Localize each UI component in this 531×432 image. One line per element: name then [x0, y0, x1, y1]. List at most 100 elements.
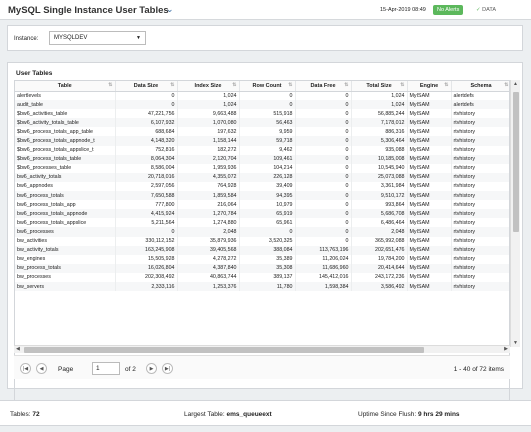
table-cell: 0	[295, 181, 352, 192]
table-cell: MyISAM	[407, 245, 452, 255]
sort-icon[interactable]: ⇅	[232, 82, 236, 88]
table-cell: 0	[295, 200, 352, 210]
table-cell: 0	[295, 227, 352, 237]
pager: |◀ ◀ Page 1 of 2 ▶ ▶| 1 - 40 of 72 items	[14, 355, 510, 379]
prev-page-icon[interactable]: ◀	[36, 363, 47, 374]
table-cell: 2,048	[177, 227, 240, 237]
table-row[interactable]: bw_processes 202,308,492 40,863,744 389,137…	[15, 272, 509, 282]
column-header[interactable]: Row Count ⇅	[239, 81, 296, 92]
vertical-scrollbar[interactable]: ▲ ▼	[510, 80, 520, 347]
table-cell: MyISAM	[407, 109, 452, 119]
instance-label: Instance:	[14, 36, 39, 42]
table-row[interactable]: bw6_process_totals_app 777,800 216,064 10,9…	[15, 200, 509, 210]
table-cell: 8,064,304	[115, 154, 178, 164]
scroll-down-icon[interactable]: ▼	[513, 340, 518, 346]
table-cell: 935,088	[351, 145, 408, 155]
sort-icon[interactable]: ⇅	[344, 82, 348, 88]
page-number-input[interactable]: 1	[92, 362, 120, 375]
table-cell: 35,308	[239, 263, 296, 273]
last-page-icon[interactable]: ▶|	[162, 363, 173, 374]
column-header-label: Row Count	[252, 82, 282, 89]
table-row[interactable]: audit_table 0 1,024 0 0 1,024 MyISAM alertdefs	[15, 100, 509, 110]
table-cell: 1,024	[177, 100, 240, 110]
table-row[interactable]: bw6_activity_totals 20,718,016 4,355,072 22…	[15, 172, 509, 182]
chevron-down-icon[interactable]: ⌄	[166, 4, 174, 15]
table-cell: 65,961	[239, 218, 296, 228]
table-row[interactable]: bw6_process_totals_appslice 5,211,564 1,27…	[15, 218, 509, 228]
table-cell: 1,274,880	[177, 218, 240, 228]
table-cell: MyISAM	[407, 227, 452, 237]
table-row[interactable]: $bw6_processes_table 8,586,004 1,959,936 10…	[15, 163, 509, 173]
table-cell: alertdefs	[451, 91, 509, 101]
dropdown-arrow-icon: ▼	[136, 35, 141, 41]
table-cell: rtvhistory	[451, 109, 509, 119]
table-cell: 47,221,756	[115, 109, 178, 119]
table-cell: 3,520,325	[239, 236, 296, 246]
table-cell: 35,389	[239, 254, 296, 264]
table-cell: bw6_activity_totals	[15, 172, 116, 182]
sort-icon[interactable]: ⇅	[288, 82, 292, 88]
table-row[interactable]: bw_activity_totals 163,245,908 39,405,568 3…	[15, 245, 509, 255]
table-cell: 2,048	[351, 227, 408, 237]
table-cell: rtvhistory	[451, 254, 509, 264]
table-cell: 1,158,144	[177, 136, 240, 146]
table-cell: 777,800	[115, 200, 178, 210]
table-cell: bw6_appnodes	[15, 181, 116, 192]
sort-icon[interactable]: ⇅	[504, 82, 508, 88]
column-header[interactable]: Index Size ⇅	[177, 81, 240, 92]
table-cell: rtvhistory	[451, 154, 509, 164]
column-header[interactable]: Table ⇅	[15, 81, 116, 92]
table-row[interactable]: bw6_appnodes 2,597,056 764,928 39,409 0 3,361…	[15, 181, 509, 192]
table-cell: bw6_process_totals_app	[15, 200, 116, 210]
horizontal-scroll-thumb[interactable]	[24, 347, 424, 353]
scroll-left-icon[interactable]: ◀	[16, 346, 20, 352]
table-cell: 20,718,016	[115, 172, 178, 182]
table-cell: bw_processes	[15, 272, 116, 282]
scroll-right-icon[interactable]: ▶	[504, 346, 508, 352]
table-row[interactable]: bw6_process_totals_appnode 4,415,924 1,270…	[15, 209, 509, 219]
instance-select[interactable]: MYSQLDEV ▼	[49, 31, 146, 45]
sort-icon[interactable]: ⇅	[444, 82, 448, 88]
table-cell: 2,597,056	[115, 181, 178, 192]
table-row[interactable]: $bw6_activities_table 47,221,756 9,663,488…	[15, 109, 509, 119]
table-cell: bw6_processes	[15, 227, 116, 237]
largest-table-label: Largest Table:	[184, 411, 225, 418]
table-row[interactable]: alertlevels 0 1,024 0 0 1,024 MyISAM alertdefs	[15, 91, 509, 101]
table-cell: 0	[295, 172, 352, 182]
table-cell: 2,120,704	[177, 154, 240, 164]
column-header[interactable]: Data Size ⇅	[115, 81, 178, 92]
table-cell: rtvhistory	[451, 181, 509, 192]
table-row[interactable]: bw_process_totals 16,026,804 4,387,840 35,3…	[15, 263, 509, 273]
table-row[interactable]: $bw6_process_totals_appslice_t 752,816 182…	[15, 145, 509, 155]
column-header[interactable]: Schema ⇅	[451, 81, 509, 92]
table-cell: rtvhistory	[451, 191, 509, 201]
sort-icon[interactable]: ⇅	[108, 82, 112, 88]
column-header[interactable]: Total Size ⇅	[351, 81, 408, 92]
table-row[interactable]: bw_servers 2,333,116 1,253,376 11,780 1,598,…	[15, 281, 509, 292]
first-page-icon[interactable]: |◀	[20, 363, 31, 374]
table-row[interactable]: $bw6_activity_totals_table 6,107,932 1,070…	[15, 118, 509, 128]
column-header[interactable]: Data Free ⇅	[295, 81, 352, 92]
table-row[interactable]: $bw6_process_totals_app_table 688,684 197,…	[15, 127, 509, 137]
sort-icon[interactable]: ⇅	[170, 82, 174, 88]
table-row[interactable]: bw6_process_totals 7,650,588 1,859,584 94,3…	[15, 191, 509, 201]
table-row[interactable]: bw6_processes 0 2,048 0 0 2,048 MyISAM rtvhisto…	[15, 227, 509, 237]
sort-icon[interactable]: ⇅	[400, 82, 404, 88]
table-cell: MyISAM	[407, 154, 452, 164]
table-row[interactable]: $bw6_process_totals_appnode_t 4,148,320 1,…	[15, 136, 509, 146]
scroll-up-icon[interactable]: ▲	[513, 81, 518, 87]
table-cell: 4,415,924	[115, 209, 178, 219]
next-page-icon[interactable]: ▶	[146, 363, 157, 374]
vertical-scroll-thumb[interactable]	[513, 92, 519, 232]
table-row[interactable]: bw_activities 330,112,152 35,879,936 3,520,…	[15, 236, 509, 246]
horizontal-scrollbar[interactable]: ◀ ▶	[14, 345, 510, 353]
uptime: Uptime Since Flush: 9 hrs 29 mins	[358, 411, 460, 418]
table-row[interactable]: $bw6_process_totals_table 8,064,304 2,120,…	[15, 154, 509, 164]
table-cell: 886,316	[351, 127, 408, 137]
table-cell: 1,270,784	[177, 209, 240, 219]
alert-status-badge[interactable]: No Alerts	[433, 5, 464, 15]
table-cell: 388,084	[239, 245, 296, 255]
table-row[interactable]: bw_engines 15,505,928 4,278,272 35,389 11,20…	[15, 254, 509, 264]
column-header[interactable]: Engine ⇅	[407, 81, 452, 92]
table-cell: bw_activities	[15, 236, 116, 246]
